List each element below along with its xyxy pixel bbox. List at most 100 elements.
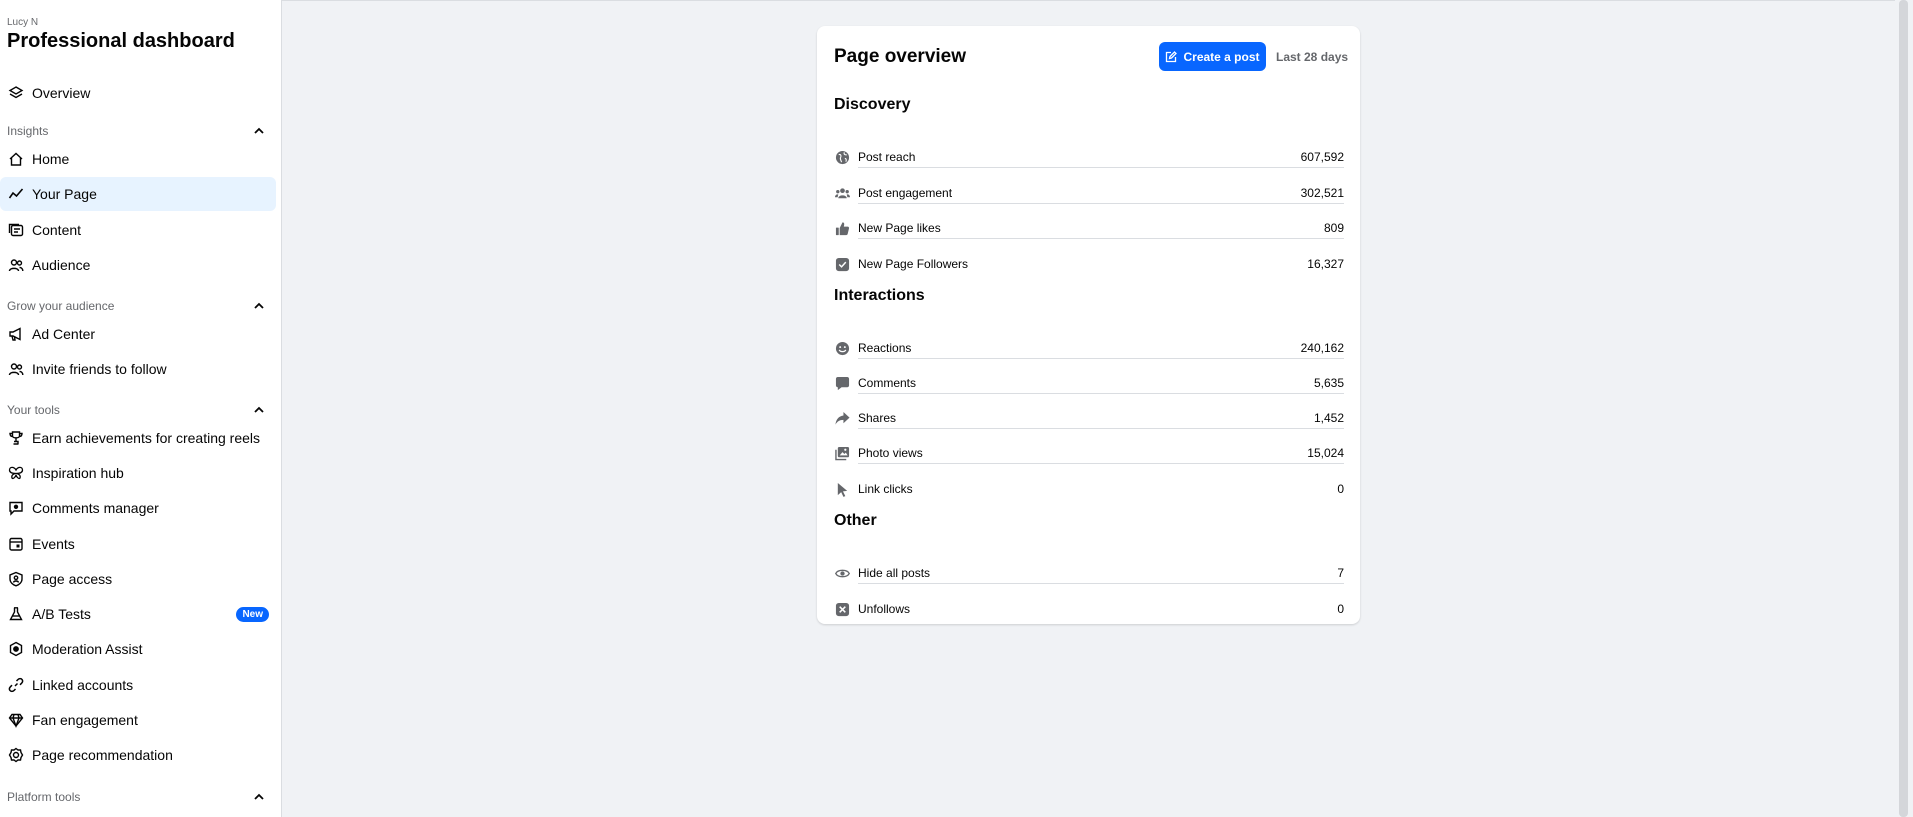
metric-label: Comments — [858, 376, 917, 390]
link-icon — [7, 677, 24, 694]
metric-row-reactions: Reactions 240,162 — [834, 331, 1344, 365]
section-tools-toggle[interactable]: Your tools — [0, 399, 276, 421]
eye-icon — [834, 565, 850, 581]
invite-people-icon — [7, 361, 24, 378]
photo-icon — [834, 445, 850, 461]
metric-row-new-page-followers: New Page Followers 16,327 — [834, 247, 1344, 281]
sidebar-item-label: Content — [32, 222, 82, 238]
layers-icon — [7, 85, 24, 102]
metric-row-post-reach: Post reach 607,592 — [834, 140, 1344, 174]
metric-label: Reactions — [858, 341, 912, 355]
metric-value: 15,024 — [1307, 446, 1344, 460]
create-post-label: Create a post — [1183, 49, 1260, 64]
vertical-scrollbar[interactable] — [1895, 0, 1913, 817]
trophy-icon — [7, 430, 24, 447]
sidebar-item-overview[interactable]: Overview — [0, 76, 276, 110]
section-title-discovery: Discovery — [834, 96, 911, 113]
metric-row-new-page-likes: New Page likes 809 — [834, 211, 1344, 245]
people-icon — [834, 185, 850, 201]
sidebar-item-label: Audience — [32, 257, 91, 273]
sidebar-item-ad-center[interactable]: Ad Center — [0, 317, 276, 351]
metric-value: 7 — [1337, 566, 1344, 580]
metric-value: 809 — [1323, 221, 1344, 235]
sidebar-item-events[interactable]: Events — [0, 527, 276, 561]
sidebar-item-label: Invite friends to follow — [32, 361, 167, 377]
metric-row-unfollows: Unfollows 0 — [834, 592, 1344, 626]
sidebar-item-label: Page recommendation — [32, 747, 173, 763]
top-divider — [282, 0, 1895, 2]
calendar-icon — [7, 536, 24, 553]
sidebar-item-moderation-assist[interactable]: Moderation Assist — [0, 632, 276, 666]
sidebar-item-label: Moderation Assist — [32, 641, 143, 657]
metric-value: 240,162 — [1300, 341, 1344, 355]
metric-value: 0 — [1337, 482, 1344, 496]
metric-row-comments: Comments 5,635 — [834, 366, 1344, 400]
sidebar-item-linked-accounts[interactable]: Linked accounts — [0, 668, 276, 702]
sidebar-item-label: Linked accounts — [32, 677, 134, 693]
sidebar-item-label: Home — [32, 151, 70, 167]
metric-label: Unfollows — [858, 602, 911, 616]
sidebar-item-page-recommendation[interactable]: Page recommendation — [0, 738, 276, 772]
metric-label: Shares — [858, 411, 897, 425]
scrollbar-thumb[interactable] — [1899, 0, 1908, 817]
sidebar-item-achievements[interactable]: Earn achievements for creating reels — [0, 421, 276, 455]
page-title: Professional dashboard — [7, 30, 235, 52]
chevron-up-icon — [254, 127, 264, 134]
sidebar-item-label: Inspiration hub — [32, 465, 124, 481]
metric-value: 607,592 — [1300, 150, 1344, 164]
butterfly-icon — [7, 465, 24, 482]
metric-value: 1,452 — [1313, 411, 1344, 425]
sidebar-item-content[interactable]: Content — [0, 213, 276, 247]
moderation-gear-icon — [7, 641, 24, 658]
diamond-icon — [7, 712, 24, 729]
section-label: Grow your audience — [7, 299, 115, 313]
trend-icon — [7, 186, 24, 203]
flask-icon — [7, 606, 24, 623]
chevron-up-icon — [254, 406, 264, 413]
sidebar-item-home[interactable]: Home — [0, 142, 276, 176]
sidebar-item-your-page[interactable]: Your Page — [0, 177, 276, 211]
sidebar-item-label: Your Page — [32, 186, 97, 202]
comment-icon — [834, 375, 850, 391]
metric-value: 16,327 — [1307, 257, 1344, 271]
metric-row-shares: Shares 1,452 — [834, 401, 1344, 435]
content-icon — [7, 222, 24, 239]
metric-label: New Page likes — [858, 221, 941, 235]
section-label: Insights — [7, 124, 49, 138]
metric-row-link-clicks: Link clicks 0 — [834, 472, 1344, 506]
sidebar: Lucy N Professional dashboard Overview I… — [0, 0, 282, 817]
sidebar-item-comments-manager[interactable]: Comments manager — [0, 491, 276, 525]
section-grow-toggle[interactable]: Grow your audience — [0, 295, 276, 317]
card-title: Page overview — [834, 46, 967, 67]
sidebar-item-label: Page access — [32, 571, 113, 587]
chevron-up-icon — [254, 793, 264, 800]
date-range-selector[interactable]: Last 28 days — [1276, 50, 1348, 64]
sidebar-item-label: A/B Tests — [32, 606, 91, 622]
metric-row-hide-all-posts: Hide all posts 7 — [834, 556, 1344, 590]
metric-value: 0 — [1337, 602, 1344, 616]
sidebar-item-label: Earn achievements for creating reels — [32, 430, 260, 446]
comments-manager-icon — [7, 500, 24, 517]
share-icon — [834, 410, 850, 426]
section-platform-toggle[interactable]: Platform tools — [0, 786, 276, 808]
sidebar-item-invite-friends[interactable]: Invite friends to follow — [0, 352, 276, 386]
sidebar-item-inspiration-hub[interactable]: Inspiration hub — [0, 456, 276, 490]
metric-value: 302,521 — [1300, 186, 1344, 200]
metric-label: Hide all posts — [858, 566, 931, 580]
megaphone-icon — [7, 326, 24, 343]
create-post-button[interactable]: Create a post — [1159, 42, 1266, 71]
section-title-interactions: Interactions — [834, 287, 925, 304]
user-name: Lucy N — [7, 17, 39, 28]
follower-check-icon — [834, 256, 850, 272]
sidebar-item-label: Events — [32, 536, 75, 552]
sidebar-item-fan-engagement[interactable]: Fan engagement — [0, 703, 276, 737]
sidebar-item-ab-tests[interactable]: A/B Tests New — [0, 597, 276, 631]
thumbs-up-icon — [834, 220, 850, 236]
sidebar-item-label: Ad Center — [32, 326, 96, 342]
metric-row-photo-views: Photo views 15,024 — [834, 436, 1344, 470]
sidebar-item-page-access[interactable]: Page access — [0, 562, 276, 596]
sidebar-item-audience[interactable]: Audience — [0, 248, 276, 282]
shield-person-icon — [7, 571, 24, 588]
section-insights-toggle[interactable]: Insights — [0, 120, 276, 142]
new-badge: New — [236, 606, 269, 622]
